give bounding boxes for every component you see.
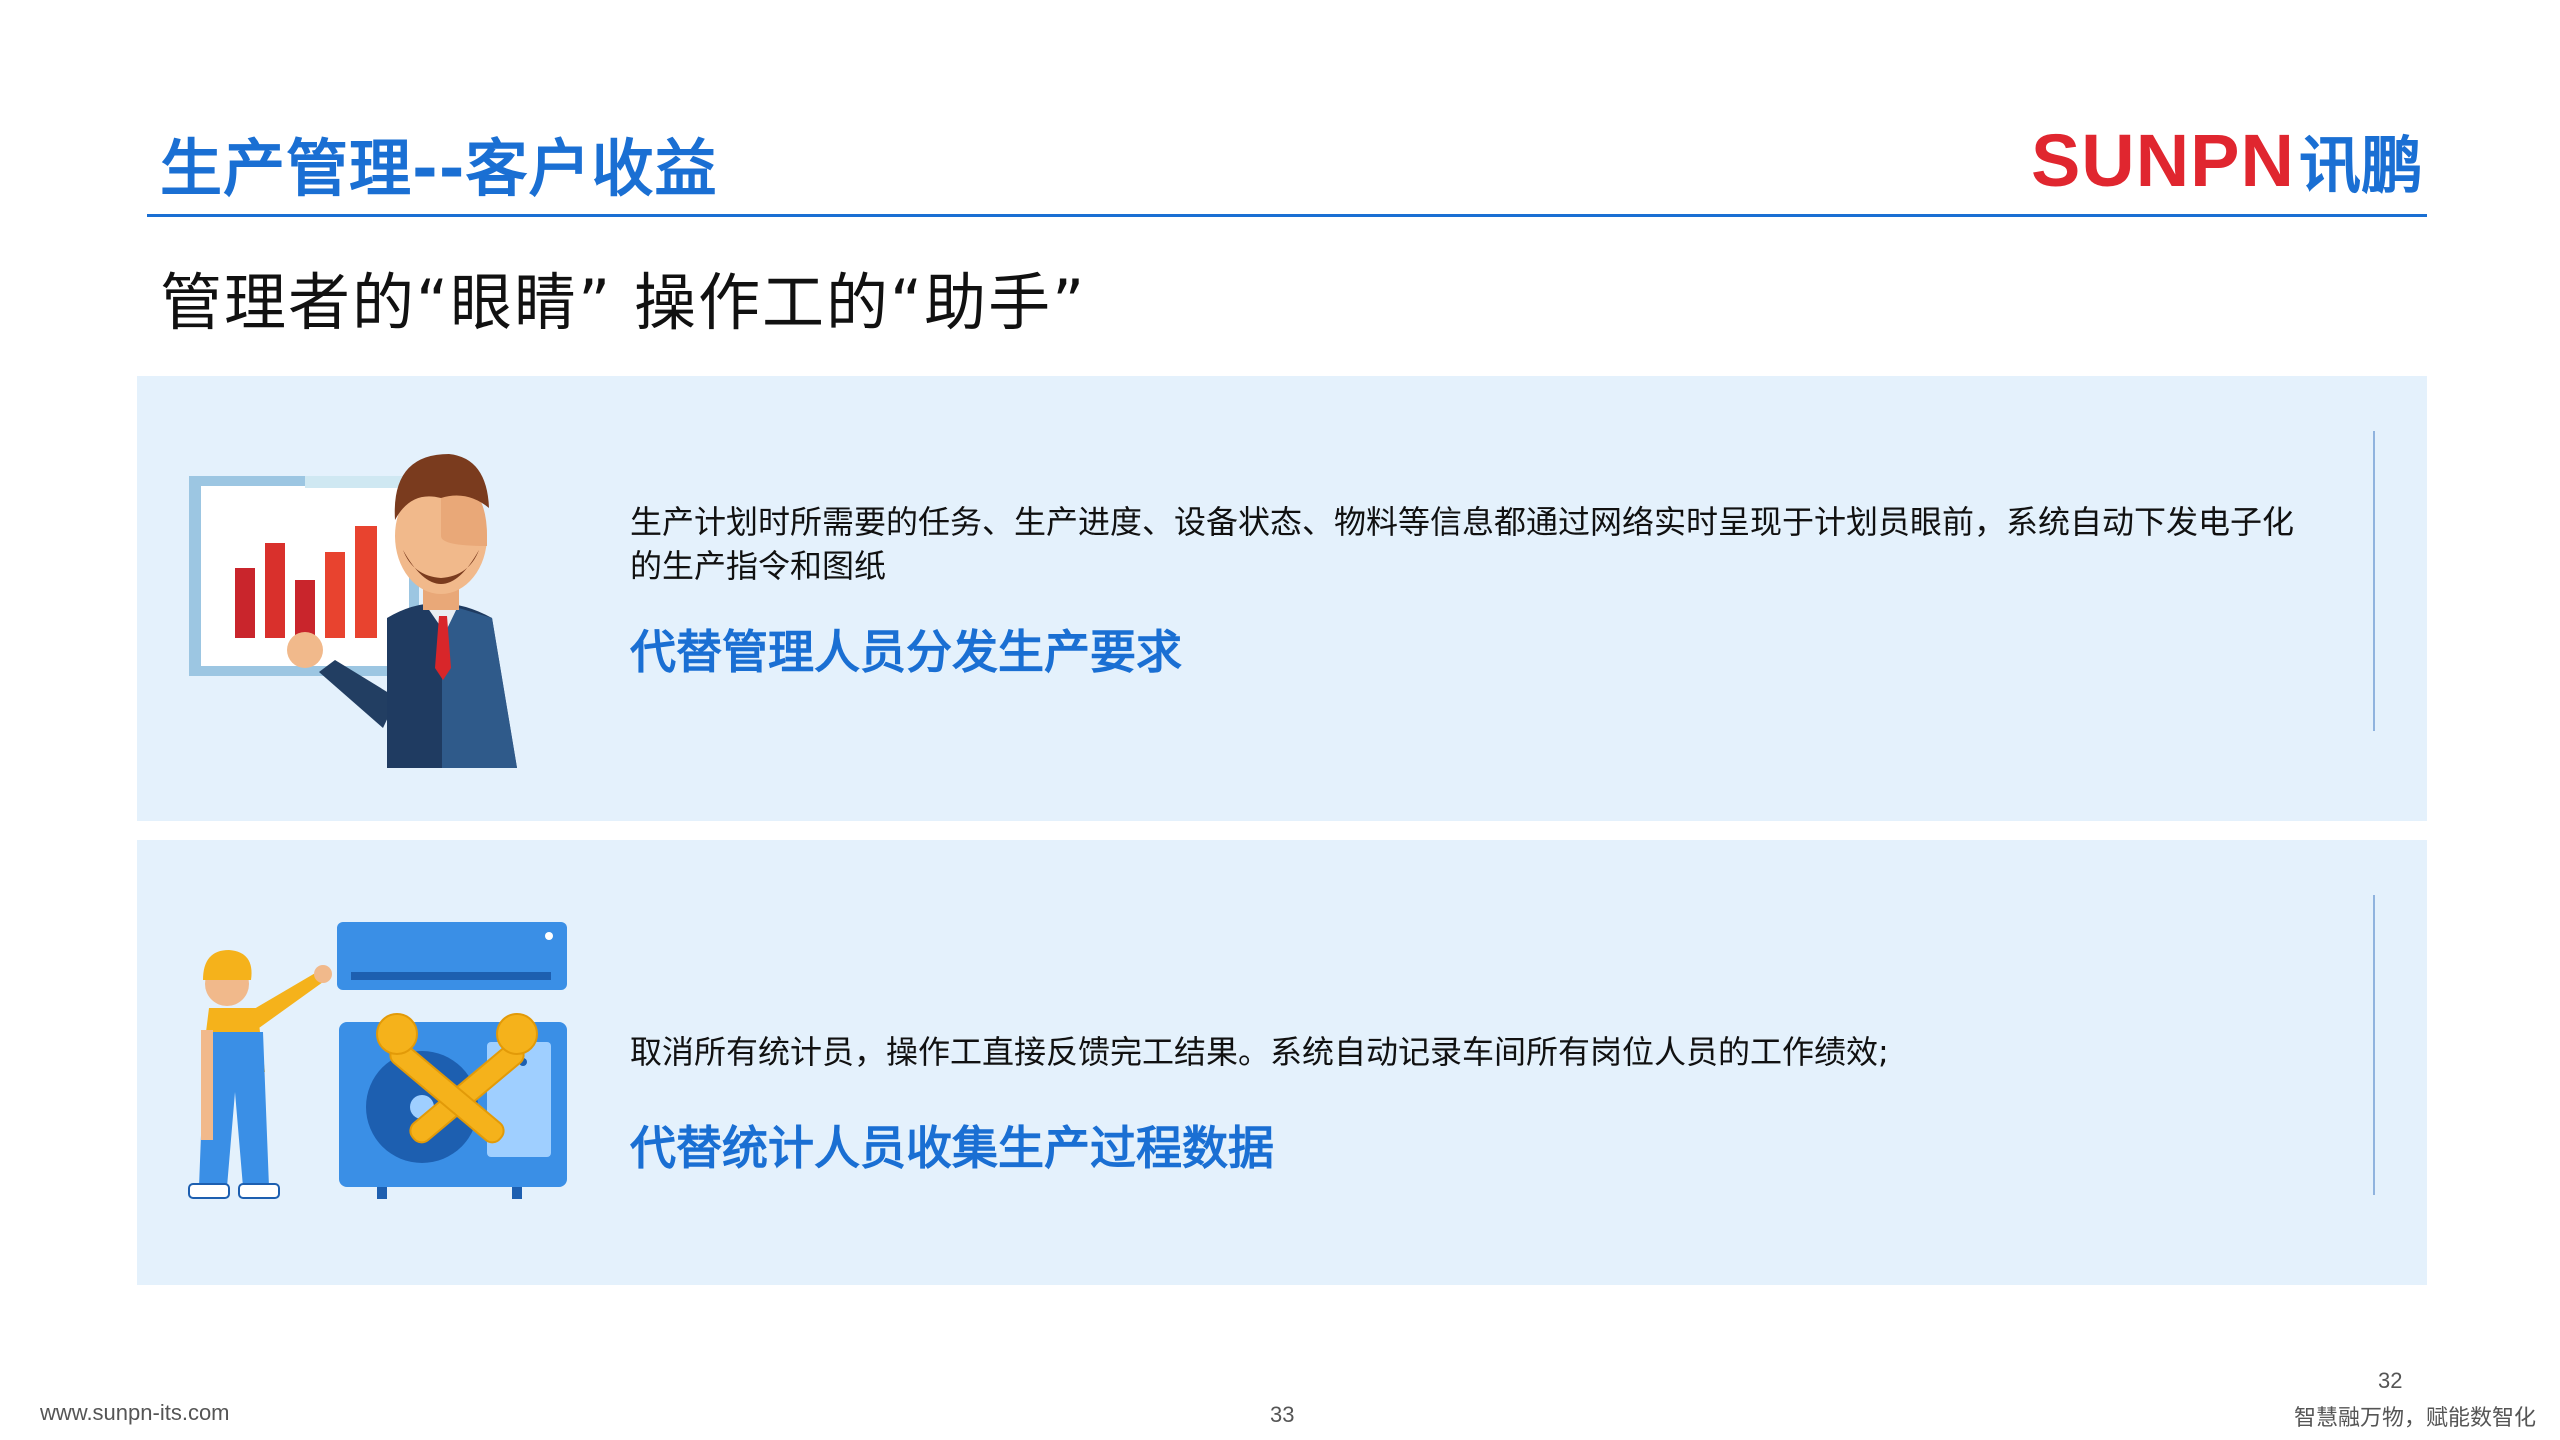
panel-highlight: 代替管理人员分发生产要求 [630,625,1182,679]
title-divider [147,214,2427,217]
slide-subtitle: 管理者的“眼睛” 操作工的“助手” [160,266,1087,339]
slide-title: 生产管理--客户收益 [160,132,718,205]
benefit-panel-operator: 取消所有统计员，操作工直接反馈完工结果。系统自动记录车间所有岗位人员的工作绩效;… [137,840,2427,1285]
footer-page-number: 33 [1270,1402,1295,1427]
brand-logo-en: SUNPN [2030,118,2295,202]
panel-description: 生产计划时所需要的任务、生产进度、设备状态、物料等信息都通过网络实时呈现于计划员… [630,503,2295,585]
footer-slogan: 智慧融万物，赋能数智化 [2293,1406,2536,1431]
brand-logo-cn: 讯鹏 [2298,129,2423,202]
panel-highlight: 代替统计人员收集生产过程数据 [630,1121,1274,1175]
panel-accent-line [2373,431,2375,731]
panel-description: 取消所有统计员，操作工直接反馈完工结果。系统自动记录车间所有岗位人员的工作绩效; [630,1033,1889,1071]
worker-air-conditioner-repair-illustration [188,922,567,1199]
footer-website[interactable]: www.sunpn-its.com [40,1400,230,1426]
benefit-panel-manager: 生产计划时所需要的任务、生产进度、设备状态、物料等信息都通过网络实时呈现于计划员… [137,376,2427,821]
footer-page-number-alt: 32 [2378,1368,2403,1393]
presenter-chart-illustration [189,454,517,768]
brand-logo: SUNPN 讯鹏 [2030,118,2423,203]
panel-accent-line [2373,895,2375,1195]
